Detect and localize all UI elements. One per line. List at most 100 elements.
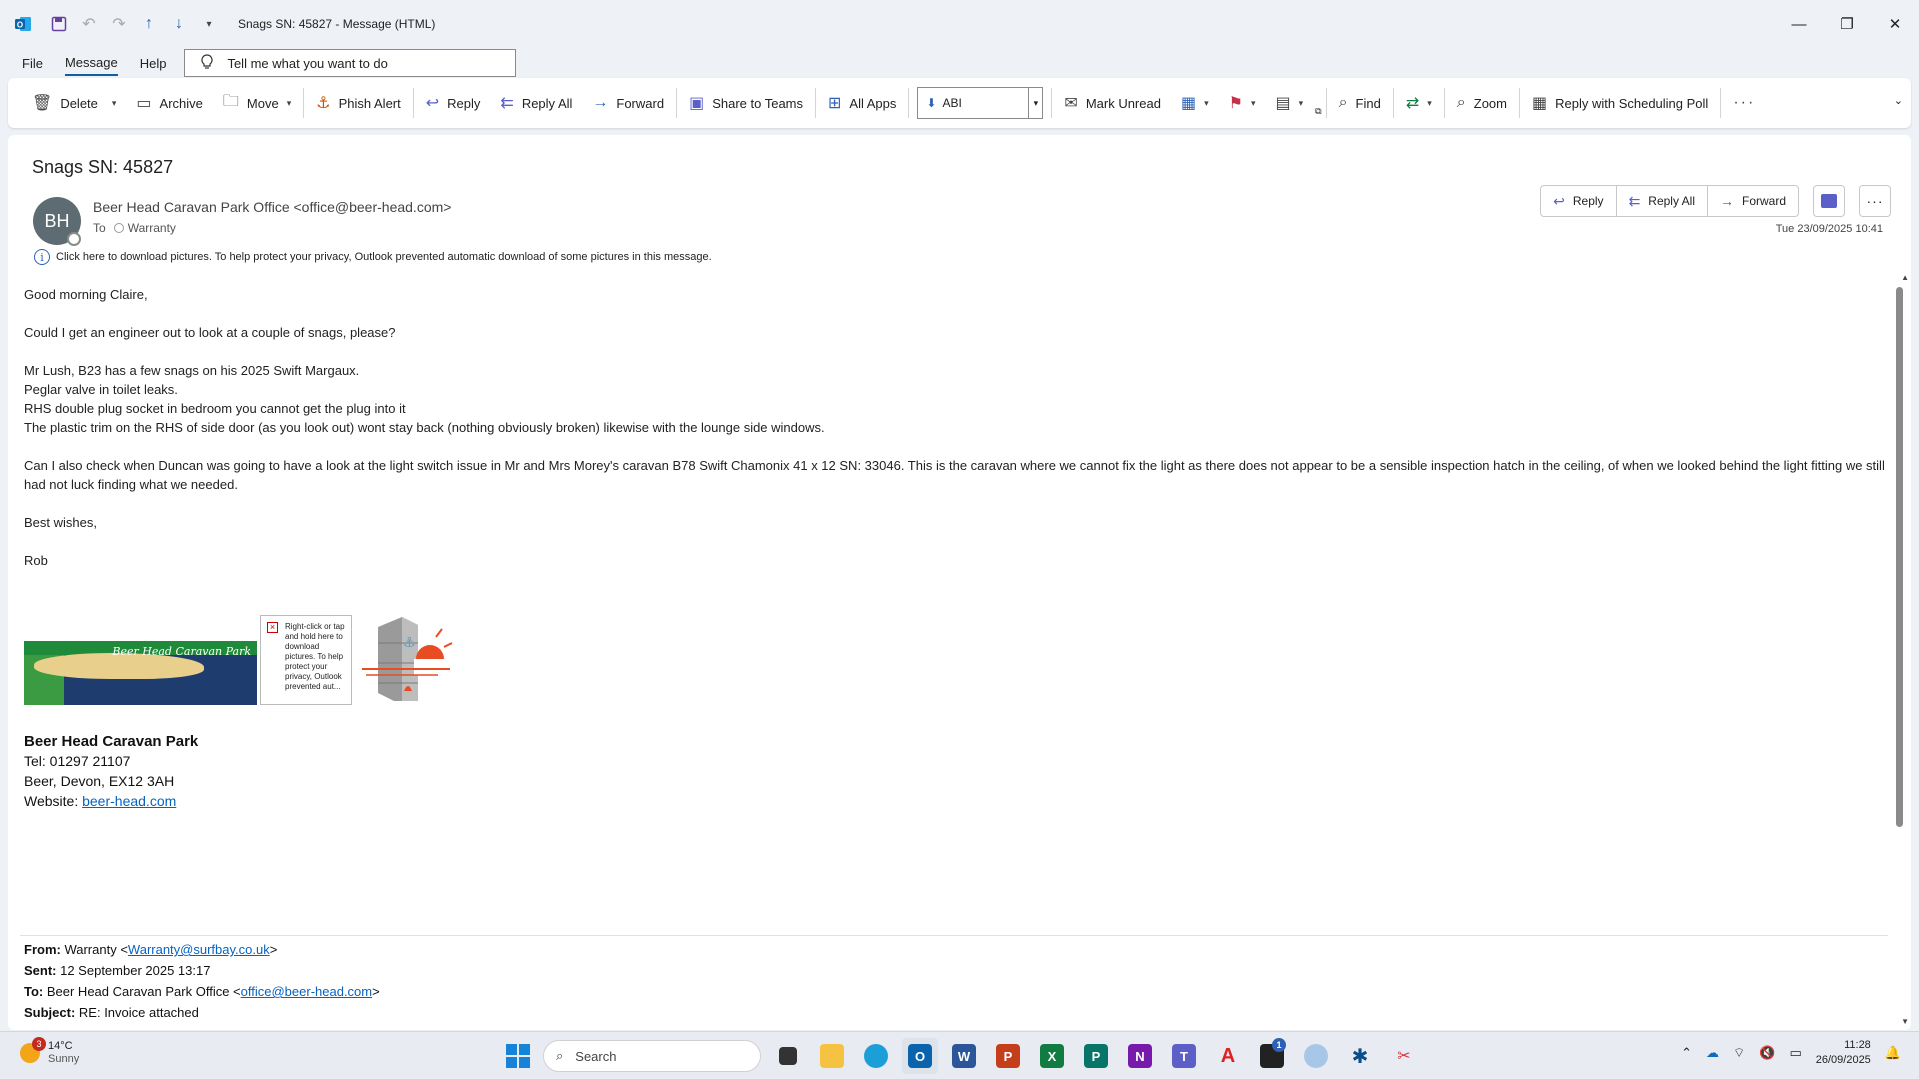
excel-icon[interactable]: X [1034,1038,1070,1074]
reply-all-button[interactable]: ⇇ Reply All [490,86,582,120]
share-teams-header-button[interactable] [1813,185,1845,217]
publisher-icon[interactable]: P [1078,1038,1114,1074]
to-email-link[interactable]: office@beer-head.com [241,984,372,999]
sun-icon: 3 [20,1037,46,1063]
reply-all-label: Reply All [521,95,573,111]
taskbar-search[interactable]: ⌕ Search [543,1040,761,1072]
move-button[interactable]: 🗀 Move ▾ [213,86,301,120]
lightbulb-icon [201,53,214,73]
notifications-icon[interactable]: 🔔 [1885,1045,1901,1061]
find-label: Find [1355,95,1381,111]
presence-indicator [67,232,81,246]
onenote-icon[interactable]: N [1122,1038,1158,1074]
mark-unread-label: Mark Unread [1085,95,1161,111]
restore-button[interactable]: ❐ [1823,0,1871,48]
share-to-teams-button[interactable]: ▣ Share to Teams [679,86,813,120]
outlook-icon[interactable]: O [902,1038,938,1074]
phish-hook-icon: ⚓ [316,95,331,112]
customize-qat-icon[interactable]: ▾ [196,11,222,37]
snipping-tool-icon[interactable]: ✂ [1386,1038,1422,1074]
more-icon: ··· [1733,94,1756,111]
terminal-app-icon[interactable]: 1 [1254,1038,1290,1074]
find-button[interactable]: ⌕ Find [1329,86,1391,120]
file-explorer-icon[interactable] [814,1038,850,1074]
calendar-poll-icon: ▦ [1531,95,1548,112]
quick-steps-combo[interactable]: ⬇ ABI ▾ [917,87,1044,119]
to-end: > [372,984,380,999]
menu-help[interactable]: Help [140,52,167,75]
separator [412,88,414,118]
chevron-down-icon: ▾ [1204,97,1209,108]
previous-item-icon[interactable]: ↑ [136,11,162,37]
ribbon-collapse-button[interactable]: ⌄ [1894,94,1903,107]
lighthouse-logo-image: ⚓ [358,613,454,705]
mark-unread-button[interactable]: ✉ Mark Unread [1054,86,1171,120]
accessibility-app-icon[interactable]: ✱ [1342,1038,1378,1074]
acrobat-icon[interactable]: A [1210,1038,1246,1074]
from-email-link[interactable]: Warranty@surfbay.co.uk [128,942,270,957]
website-link[interactable]: beer-head.com [82,793,176,809]
clock[interactable]: 11:28 26/09/2025 [1816,1038,1871,1068]
more-actions-button[interactable]: ··· [1859,185,1891,217]
blocked-image-placeholder[interactable]: × Right-click or tap and hold here to do… [260,615,352,705]
menu-message[interactable]: Message [64,51,118,76]
message-actions: ↩ Reply ⇇ Reply All → Forward [1540,185,1799,217]
tell-me-search[interactable]: Tell me what you want to do [184,49,517,77]
tags-expand-button[interactable]: ⧉ [1313,86,1323,120]
recipient[interactable]: Warranty [113,221,176,235]
separator [1325,88,1327,118]
wifi-icon[interactable]: ⌔ [1733,1045,1745,1061]
all-apps-button[interactable]: ⊞ All Apps [818,86,906,120]
windows-start-button[interactable] [506,1044,530,1068]
edge-icon[interactable] [858,1038,894,1074]
scroll-down-arrow[interactable]: ▼ [1901,1017,1909,1026]
greeting: Good morning Claire, [24,287,148,302]
close-button[interactable]: ✕ [1871,0,1919,48]
translate-button[interactable]: ⇄ ▾ [1396,86,1442,120]
minimize-button[interactable]: — [1775,0,1823,48]
reply-button[interactable]: ↩ Reply [416,86,491,120]
phish-alert-button[interactable]: ⚓ Phish Alert [306,86,411,120]
search-icon: ⌕ [1338,94,1348,111]
task-view-icon[interactable] [770,1038,806,1074]
ribbon: 🗑 Delete ▾ ▭ Archive 🗀 Move ▾ ⚓ Phish Al… [8,78,1911,128]
volume-muted-icon[interactable]: 🔇 [1759,1045,1775,1061]
separator [1720,88,1722,118]
more-commands-button[interactable]: ··· [1723,86,1765,120]
powerpoint-icon[interactable]: P [990,1038,1026,1074]
undo-icon[interactable]: ↶ [76,11,102,37]
reply-scheduling-poll-button[interactable]: ▦ Reply with Scheduling Poll [1522,86,1718,120]
header-reply-all-button[interactable]: ⇇ Reply All [1617,186,1708,216]
svg-text:O: O [17,21,23,30]
message-body: Good morning Claire, Could I get an engi… [24,247,1886,570]
chevron-down-icon[interactable]: ▾ [1028,88,1042,118]
battery-icon[interactable]: ▭ [1789,1045,1801,1061]
teams-icon[interactable]: T [1166,1038,1202,1074]
header-reply-button[interactable]: ↩ Reply [1541,186,1617,216]
trash-icon: 🗑 [32,95,53,112]
weather-widget[interactable]: 3 14°C Sunny [20,1037,79,1066]
archive-icon: ▭ [136,95,152,112]
sender-name[interactable]: Beer Head Caravan Park Office <office@be… [93,199,451,215]
categorize-button[interactable]: ▦ ▾ [1171,86,1219,120]
menu-file[interactable]: File [22,52,43,75]
word-icon[interactable]: W [946,1038,982,1074]
next-item-icon[interactable]: ↓ [166,11,192,37]
show-hidden-icons[interactable]: ⌃ [1681,1045,1692,1061]
header-forward-button[interactable]: → Forward [1708,186,1798,216]
scrollbar-thumb[interactable] [1896,287,1903,827]
redo-icon[interactable]: ↷ [106,11,132,37]
zoom-button[interactable]: ⌕ Zoom [1447,86,1517,120]
reply-label: Reply [447,95,481,111]
forward-button[interactable]: → Forward [582,86,674,120]
follow-up-button[interactable]: ⚑ ▾ [1219,86,1266,120]
browser-app-icon[interactable] [1298,1038,1334,1074]
signature-address: Beer, Devon, EX12 3AH [24,773,175,789]
scroll-up-arrow[interactable]: ▲ [1901,273,1909,282]
delete-button[interactable]: 🗑 Delete ▾ [22,86,126,120]
archive-button[interactable]: ▭ Archive [126,86,212,120]
save-icon[interactable] [46,11,72,37]
onedrive-icon[interactable]: ☁ [1706,1045,1719,1061]
notification-badge: 1 [1272,1038,1286,1052]
policy-button[interactable]: ▤ ▾ [1265,86,1313,120]
